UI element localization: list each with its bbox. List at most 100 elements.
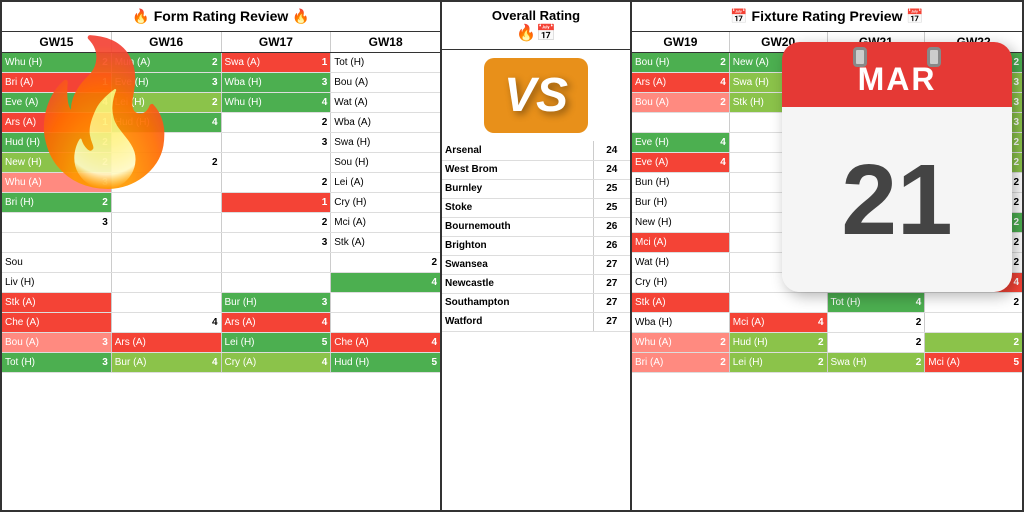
cell-rating: 1 — [102, 77, 108, 88]
table-cell: Tot (H) — [331, 53, 440, 72]
overall-team-score: 26 — [593, 217, 630, 236]
table-cell: Bri (A)2 — [632, 353, 730, 372]
table-cell: Bur (H)3 — [222, 293, 332, 312]
table-cell: Whu (H)2 — [2, 53, 112, 72]
cell-team: Bou (H) — [635, 57, 669, 68]
overall-team-score: 27 — [593, 293, 630, 312]
table-cell: Ars (A)4 — [632, 73, 730, 92]
table-cell: Tot (H)3 — [2, 353, 112, 372]
table-cell: Mci (A) — [632, 233, 730, 252]
overall-team-name: Burnley — [442, 179, 593, 198]
left-col-headers: GW15 GW16 GW17 GW18 — [2, 32, 440, 53]
cell-rating: 2 — [322, 177, 328, 188]
cell-rating: 2 — [1013, 177, 1019, 188]
overall-table-row: Burnley25 — [442, 179, 630, 198]
cell-rating: 2 — [720, 57, 726, 68]
table-cell: Hud (H)4 — [112, 113, 222, 132]
table-cell: Cry (H) — [632, 273, 730, 292]
table-cell: 2 — [925, 293, 1022, 312]
table-cell: 2 — [925, 253, 1022, 272]
table-cell: Bou (A) — [331, 73, 440, 92]
table-cell: Stk (A) — [331, 233, 440, 252]
table-cell: 2 — [925, 173, 1022, 192]
table-row: Whu (A)32Lei (A) — [2, 173, 440, 193]
table-row: Bou (H)2New (A)2Cry (A)2Wat (H)2 — [632, 53, 1022, 73]
table-row: Liv (H)4 — [2, 273, 440, 293]
cell-team: Eve (H) — [635, 137, 669, 148]
table-row: Stk (A) Bur (H)3 — [2, 293, 440, 313]
col-gw15: GW15 — [2, 32, 112, 52]
table-cell — [730, 233, 828, 252]
cell-rating: 1 — [102, 117, 108, 128]
table-cell — [828, 273, 926, 292]
table-row: Whu (A)2Hud (H)222 — [632, 333, 1022, 353]
cell-team: Stk (H) — [733, 97, 764, 108]
table-cell: Bur (A)3 — [925, 73, 1022, 92]
cell-team: Bur (H) — [635, 197, 667, 208]
cell-team: Che (A) — [334, 337, 368, 348]
cell-team: Liv (H) — [5, 277, 34, 288]
cell-team: Mci (A) — [928, 357, 960, 368]
col-gw16: GW16 — [112, 32, 222, 52]
cell-rating: 3 — [1013, 117, 1019, 128]
table-cell: Mun (A)2 — [112, 53, 222, 72]
cell-team: Ars (A) — [635, 77, 666, 88]
cell-rating: 2 — [322, 117, 328, 128]
table-cell — [730, 213, 828, 232]
main-container: 🔥 Form Rating Review 🔥 GW15 GW16 GW17 GW… — [0, 0, 1024, 512]
table-cell: Wat (H) — [632, 253, 730, 272]
table-row: Bou (A)2Stk (H)2Bur (H)3Lei (A)3 — [632, 93, 1022, 113]
table-cell — [112, 233, 222, 252]
table-cell: Lei (H)2 — [112, 93, 222, 112]
table-cell: 2 — [222, 113, 332, 132]
table-cell — [730, 253, 828, 272]
cell-team: Swa (A) — [225, 57, 261, 68]
overall-table-row: Watford27 — [442, 312, 630, 331]
cell-team: Wat (A) — [334, 97, 368, 108]
overall-table-container: Arsenal24West Brom24Burnley25Stoke25Bour… — [442, 141, 630, 510]
cell-team: New (H) — [5, 157, 42, 168]
table-cell: 2 — [925, 233, 1022, 252]
table-cell — [730, 113, 828, 132]
table-cell: 3 — [222, 233, 332, 252]
cell-team: Ars (A) — [225, 317, 256, 328]
overall-table-row: Stoke25 — [442, 198, 630, 217]
table-cell: Stk (A) — [2, 293, 112, 312]
cell-team: Mci (A) — [635, 237, 667, 248]
table-cell: 4 — [925, 273, 1022, 292]
table-cell — [331, 293, 440, 312]
cell-team: Ars (A) — [115, 337, 146, 348]
cell-team: Lei (A) — [334, 177, 363, 188]
cell-team: Tot (H) — [5, 357, 35, 368]
table-cell: Ars (A)1 — [2, 113, 112, 132]
table-cell: Swa (A) 1 — [222, 53, 332, 72]
cell-rating: 4 — [212, 117, 218, 128]
table-cell: 2 — [331, 253, 440, 272]
cell-rating: 1 — [322, 57, 328, 68]
table-cell: Cry (A)4 — [222, 353, 332, 372]
table-row: Stk (A)Tot (H)42 — [632, 293, 1022, 313]
table-cell: Bur (H) — [632, 193, 730, 212]
table-cell: Bur (A)4 — [112, 353, 222, 372]
table-row: Bun (H)2 — [632, 173, 1022, 193]
table-cell: Sou (H) — [331, 153, 440, 172]
overall-team-name: Brighton — [442, 236, 593, 255]
left-section: 🔥 Form Rating Review 🔥 GW15 GW16 GW17 GW… — [2, 2, 442, 510]
cell-team: Bou (A) — [5, 337, 39, 348]
table-cell: Stk (A) — [632, 293, 730, 312]
cell-rating: 2 — [212, 157, 218, 168]
overall-team-name: Southampton — [442, 293, 593, 312]
table-cell: Eve (A)4 — [2, 93, 112, 112]
cell-rating: 2 — [818, 77, 824, 88]
table-cell — [730, 153, 828, 172]
cell-rating: 2 — [916, 57, 922, 68]
table-cell: Mci (A)5 — [925, 353, 1022, 372]
table-cell — [925, 313, 1022, 332]
cell-team: Bri (A) — [5, 77, 33, 88]
cell-rating: 3 — [212, 77, 218, 88]
table-cell: Lei (A)3 — [925, 93, 1022, 112]
cell-rating: 4 — [431, 337, 437, 348]
table-cell: Che (A) — [2, 313, 112, 332]
cell-rating: 4 — [322, 317, 328, 328]
cell-team: Bur (A) — [928, 77, 960, 88]
